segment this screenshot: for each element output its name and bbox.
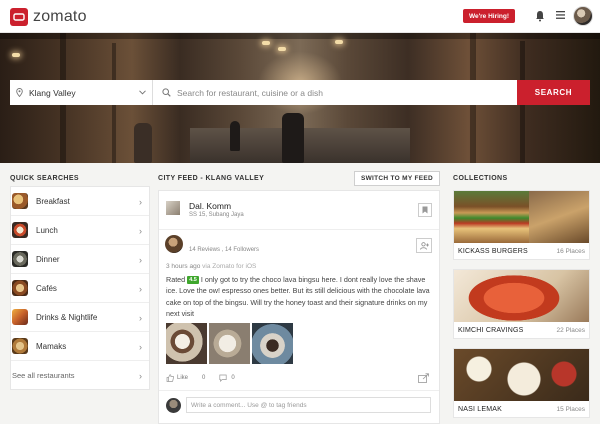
rating-badge: 4.5	[187, 276, 199, 284]
search-input[interactable]	[177, 87, 497, 98]
breakfast-thumbnail	[12, 193, 28, 209]
quick-search-lunch[interactable]: Lunch ›	[11, 216, 149, 245]
quick-search-drinks-nightlife[interactable]: Drinks & Nightlife ›	[11, 303, 149, 332]
location-selector[interactable]: Klang Valley	[10, 80, 153, 105]
review-photo[interactable]	[166, 323, 207, 364]
quick-search-label: Drinks & Nightlife	[36, 312, 98, 322]
quick-search-mamaks[interactable]: Mamaks ›	[11, 332, 149, 361]
restaurant-name[interactable]: Dal. Komm	[189, 201, 231, 211]
chevron-right-icon: ›	[139, 313, 142, 323]
see-all-label: See all restaurants	[12, 370, 75, 380]
like-label: Like	[177, 375, 189, 381]
burger-collection-image	[454, 191, 589, 243]
comment-input[interactable]	[187, 398, 422, 412]
reviewer-stats: 14 Reviews , 14 Followers	[189, 247, 260, 253]
quick-search-cafes[interactable]: Cafés ›	[11, 274, 149, 303]
divider	[159, 390, 439, 391]
restaurant-search-field[interactable]	[153, 80, 517, 105]
share-icon[interactable]	[418, 373, 430, 383]
chevron-down-icon	[139, 90, 146, 95]
comment-box[interactable]	[186, 397, 431, 413]
quick-search-label: Dinner	[36, 254, 60, 264]
collection-count: 22 Places	[556, 327, 585, 334]
post-source: via Zomato for iOS	[202, 263, 257, 270]
see-all-restaurants-link[interactable]: See all restaurants ›	[11, 361, 149, 389]
quick-search-label: Cafés	[36, 283, 57, 293]
collection-name: NASI LEMAK	[458, 406, 503, 413]
reviewer-avatar[interactable]	[165, 235, 183, 253]
search-button[interactable]: SEARCH	[517, 80, 590, 105]
menu-icon[interactable]	[556, 11, 565, 19]
hero-banner: Klang Valley SEARCH	[0, 33, 600, 163]
search-bar: Klang Valley SEARCH	[10, 80, 590, 105]
collections-title: COLLECTIONS	[453, 175, 508, 182]
quick-search-label: Breakfast	[36, 196, 70, 206]
user-avatar[interactable]	[573, 6, 593, 26]
zomato-logo[interactable]: zomato	[10, 7, 87, 27]
post-actions: Like 0 0	[166, 371, 235, 385]
logo-mark-icon	[10, 8, 28, 26]
dinner-thumbnail	[12, 251, 28, 267]
switch-to-my-feed-button[interactable]: SWITCH TO MY FEED	[354, 171, 440, 186]
collection-count: 16 Places	[556, 248, 585, 255]
like-count: 0	[202, 375, 206, 381]
comment-button[interactable]: 0	[219, 372, 235, 384]
drinks-thumbnail	[12, 309, 28, 325]
bookmark-icon[interactable]	[418, 203, 432, 217]
quick-search-dinner[interactable]: Dinner ›	[11, 245, 149, 274]
brand-name: zomato	[33, 8, 87, 25]
collection-card-nasi-lemak[interactable]: NASI LEMAK 15 Places	[453, 348, 590, 418]
collection-card-kimchi-cravings[interactable]: KIMCHI CRAVINGS 22 Places	[453, 269, 590, 339]
collection-card-kickass-burgers[interactable]: KICKASS BURGERS 16 Places	[453, 190, 590, 260]
review-photo[interactable]	[209, 323, 250, 364]
collection-count: 15 Places	[556, 406, 585, 413]
chevron-right-icon: ›	[139, 284, 142, 294]
top-navbar: zomato We're Hiring!	[0, 0, 600, 33]
nasi-lemak-collection-image	[454, 349, 589, 401]
quick-search-label: Mamaks	[36, 341, 67, 351]
review-text: Rated 4.5 I only got to try the choco la…	[166, 274, 434, 319]
restaurant-location: SS 15, Subang Jaya	[189, 212, 244, 218]
quick-search-breakfast[interactable]: Breakfast ›	[11, 187, 149, 216]
lunch-thumbnail	[12, 222, 28, 238]
were-hiring-button[interactable]: We're Hiring!	[463, 9, 515, 23]
review-photo[interactable]	[252, 323, 293, 364]
collection-name: KICKASS BURGERS	[458, 248, 528, 255]
kimchi-collection-image	[454, 270, 589, 322]
mamaks-thumbnail	[12, 338, 28, 354]
chevron-right-icon: ›	[139, 226, 142, 236]
comment-count: 0	[231, 375, 235, 381]
rated-label: Rated	[166, 275, 186, 284]
bell-icon[interactable]	[535, 10, 545, 22]
collection-name: KIMCHI CRAVINGS	[458, 327, 524, 334]
chevron-right-icon: ›	[139, 342, 142, 352]
quick-searches-title: QUICK SEARCHES	[10, 175, 79, 182]
chevron-right-icon: ›	[139, 255, 142, 265]
quick-search-label: Lunch	[36, 225, 58, 235]
comment-icon	[219, 374, 227, 382]
divider	[159, 229, 439, 230]
chevron-right-icon: ›	[139, 197, 142, 207]
like-button[interactable]: Like 0	[166, 372, 205, 384]
follow-user-icon[interactable]	[416, 238, 432, 253]
post-time-ago: 3 hours ago	[166, 263, 201, 270]
search-icon	[162, 88, 171, 97]
quick-searches-list: Breakfast › Lunch › Dinner › Cafés › Dri…	[10, 186, 150, 390]
post-time: 3 hours ago via Zomato for iOS	[166, 263, 256, 270]
restaurant-thumbnail[interactable]	[166, 201, 180, 215]
commenter-avatar	[166, 398, 181, 413]
thumbs-up-icon	[166, 374, 174, 382]
chevron-right-icon: ›	[139, 371, 142, 381]
city-feed-title: CITY FEED - KLANG VALLEY	[158, 175, 265, 182]
feed-post-card: Dal. Komm SS 15, Subang Jaya 14 Reviews …	[158, 190, 440, 424]
location-pin-icon	[16, 88, 23, 97]
location-value: Klang Valley	[29, 87, 76, 98]
cafes-thumbnail	[12, 280, 28, 296]
review-body: I only got to try the choco lava bingsu …	[166, 275, 430, 318]
